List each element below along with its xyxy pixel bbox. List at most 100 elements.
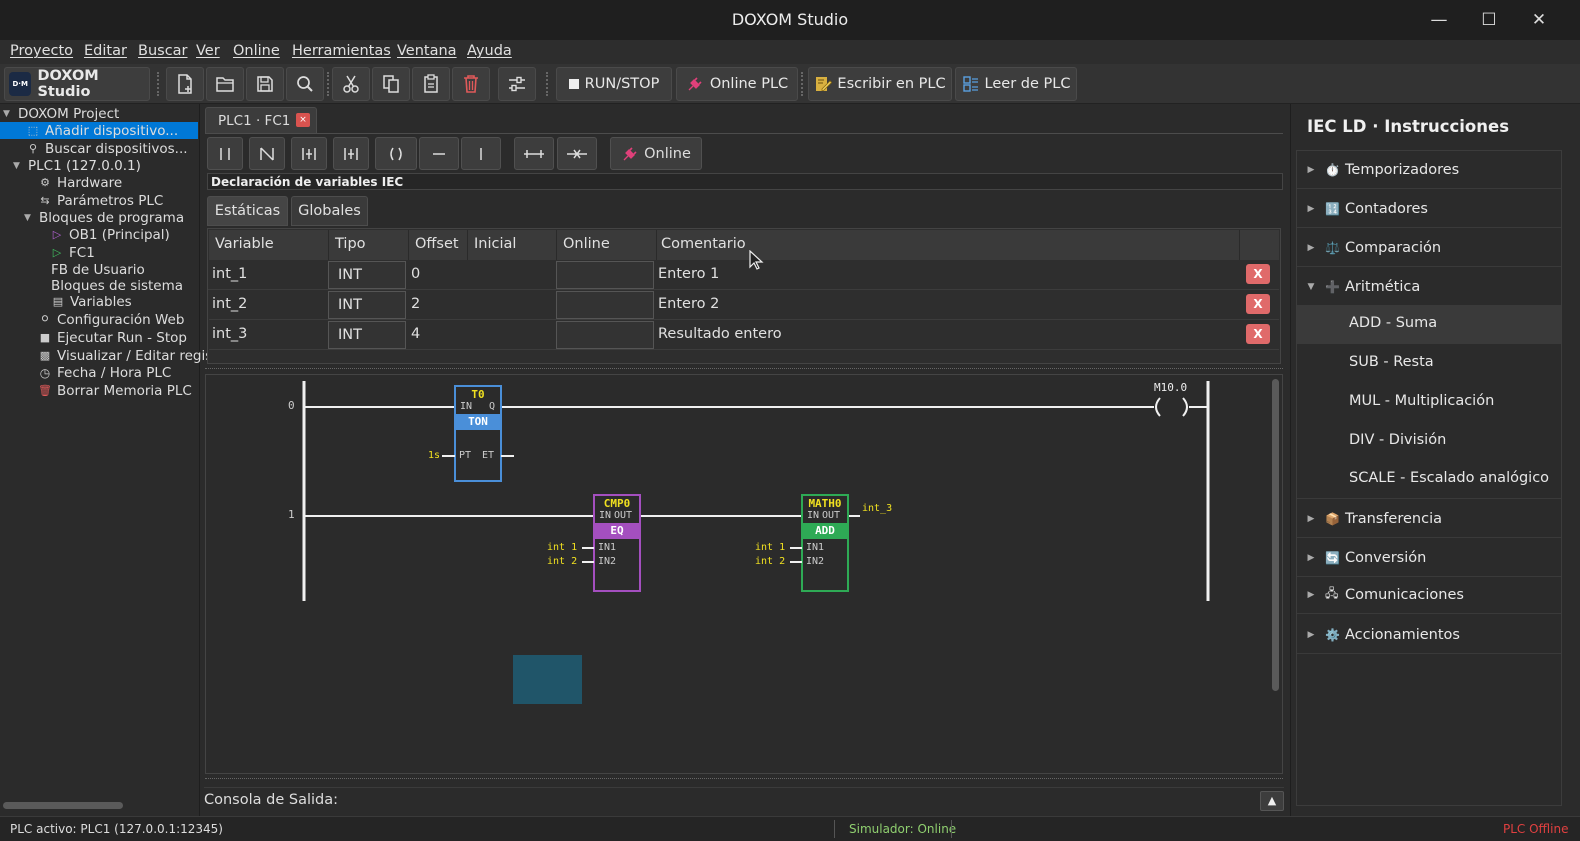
category-comparacion[interactable]: ▶ ⚖️ Comparación [1297,229,1561,267]
paste-button[interactable] [412,67,450,101]
delete-row-button[interactable]: X [1246,294,1270,314]
category-accionamientos[interactable]: ▶ ⚙️ Accionamientos [1297,616,1561,654]
col-offset[interactable]: Offset [409,230,468,260]
timer-name[interactable]: T0 [456,388,500,401]
cell-comentario[interactable]: Entero 2 [654,290,719,320]
tab-estaticas[interactable]: Estáticas [207,196,288,226]
category-contadores[interactable]: ▶ 🔢 Contadores [1297,190,1561,228]
ld-vertical-line-button[interactable] [461,137,501,170]
ld-online-button[interactable]: Online [610,137,702,170]
math-in2-variable[interactable]: int 2 [755,556,785,567]
ld-coil-button[interactable] [375,137,417,170]
tree-date-time[interactable]: ◷ Fecha / Hora PLC [38,364,172,381]
cmp-in2-variable[interactable]: int 2 [547,556,577,567]
menu-online[interactable]: Online [233,43,280,59]
instruction-sub[interactable]: SUB - Resta [1297,345,1561,383]
ld-contact-no-button[interactable] [207,137,243,170]
category-aritmetica[interactable]: ▼ ➕ Aritmética [1297,268,1561,306]
category-conversion[interactable]: ▶ 🔄 Conversión [1297,539,1561,577]
menu-ver[interactable]: Ver [196,43,220,59]
delete-button[interactable] [452,67,490,101]
col-comentario[interactable]: Comentario [657,230,1240,260]
console-toggle-button[interactable]: ▲ [1260,791,1284,811]
read-plc-button[interactable]: Leer de PLC [955,67,1077,101]
expand-down-icon[interactable]: ▼ [3,109,13,119]
cell-variable[interactable]: int_2 [208,290,247,320]
menu-ayuda[interactable]: Ayuda [467,43,512,59]
cmp-name[interactable]: CMP0 [595,497,639,510]
delete-row-button[interactable]: X [1246,264,1270,284]
tree-fc1[interactable]: ▷ FC1 [50,244,95,261]
copy-button[interactable] [372,67,410,101]
ld-falling-edge-button[interactable] [333,137,369,170]
toolbar-grip[interactable] [157,72,161,96]
tree-plc1[interactable]: ▼ PLC1 (127.0.0.1) [13,157,141,174]
menu-herramientas[interactable]: Herramientas [292,43,391,59]
ld-horizontal-line-button[interactable] [419,137,459,170]
tree-user-fb[interactable]: FB de Usuario [51,261,145,278]
cell-offset[interactable]: 2 [407,290,420,320]
cell-tipo[interactable]: INT [328,261,406,289]
tree-add-device[interactable]: ⬚ Añadir dispositivo... [0,122,198,139]
cell-comentario[interactable]: Resultado entero [654,320,782,350]
col-inicial[interactable]: Inicial [468,230,557,260]
toolbar-grip[interactable] [801,72,805,96]
category-transferencia[interactable]: ▶ 📦 Transferencia [1297,500,1561,538]
run-stop-button[interactable]: RUN/STOP [556,67,672,101]
ladder-vertical-scrollbar[interactable] [1272,379,1279,691]
instruction-scale[interactable]: SCALE - Escalado analógico [1297,461,1561,499]
splitter-handle[interactable] [205,778,1283,782]
menu-proyecto[interactable]: Proyecto [10,43,73,59]
menu-editar[interactable]: Editar [84,43,127,59]
cell-tipo[interactable]: INT [328,291,406,319]
maximize-button[interactable]: ☐ [1474,8,1504,32]
close-tab-icon[interactable]: × [296,113,310,127]
tree-view-edit[interactable]: ▩ Visualizar / Editar regis [38,347,212,364]
timer-pt-value[interactable]: 1s [428,450,440,461]
search-button[interactable] [286,67,324,101]
cell-variable[interactable]: int_1 [208,260,248,290]
cell-offset[interactable]: 0 [407,260,420,290]
col-variable[interactable]: Variable [209,230,329,260]
toolbar-grip[interactable] [327,72,331,96]
cell-tipo[interactable]: INT [328,321,406,349]
new-file-button[interactable] [166,67,204,101]
minimize-button[interactable]: — [1424,8,1454,32]
math-name[interactable]: MATH0 [803,497,847,510]
tree-ob1[interactable]: ▷ OB1 (Principal) [50,226,170,243]
expand-down-icon[interactable]: ▼ [13,161,23,171]
category-temporizadores[interactable]: ▶ ⏱️ Temporizadores [1297,151,1561,189]
cell-offset[interactable]: 4 [407,320,420,350]
tree-run-stop[interactable]: ■ Ejecutar Run - Stop [38,329,187,346]
brand-button[interactable]: D·M DOXOM Studio [4,67,150,101]
tab-globales[interactable]: Globales [291,196,368,226]
instruction-mul[interactable]: MUL - Multiplicación [1297,384,1561,422]
instruction-div[interactable]: DIV - División [1297,423,1561,461]
ld-branch-open-button[interactable] [514,137,554,170]
settings-button[interactable] [498,67,536,101]
math-out-variable[interactable]: int_3 [862,503,892,514]
tree-horizontal-scrollbar[interactable] [3,802,123,809]
cell-variable[interactable]: int_3 [208,320,247,350]
write-plc-button[interactable]: Escribir en PLC [808,67,952,101]
online-plc-button[interactable]: Online PLC [676,67,798,101]
save-button[interactable] [246,67,284,101]
tree-variables[interactable]: ▤ Variables [51,293,132,310]
tree-hardware[interactable]: ⚙ Hardware [38,174,122,191]
menu-ventana[interactable]: Ventana [397,43,457,59]
menu-buscar[interactable]: Buscar [138,43,188,59]
tree-program-blocks[interactable]: ▼ Bloques de programa [24,209,184,226]
tree-web-config[interactable]: ⚪ Configuración Web [38,311,185,328]
cell-comentario[interactable]: Entero 1 [654,260,719,290]
category-comunicaciones[interactable]: ▶ 🖧 Comunicaciones [1297,576,1561,614]
cmp-in1-variable[interactable]: int 1 [547,542,577,553]
ld-contact-nc-button[interactable] [249,137,285,170]
tree-search-devices[interactable]: ⚲ Buscar dispositivos... [26,140,188,157]
coil-address[interactable]: M10.0 [1154,381,1187,394]
delete-row-button[interactable]: X [1246,324,1270,344]
splitter-handle[interactable] [205,368,1283,372]
instruction-add[interactable]: ADD - Suma [1297,306,1561,344]
tree-erase-memory[interactable]: 🗑 Borrar Memoria PLC [38,382,192,399]
close-button[interactable]: ✕ [1524,8,1554,32]
toolbar-grip[interactable] [546,72,550,96]
